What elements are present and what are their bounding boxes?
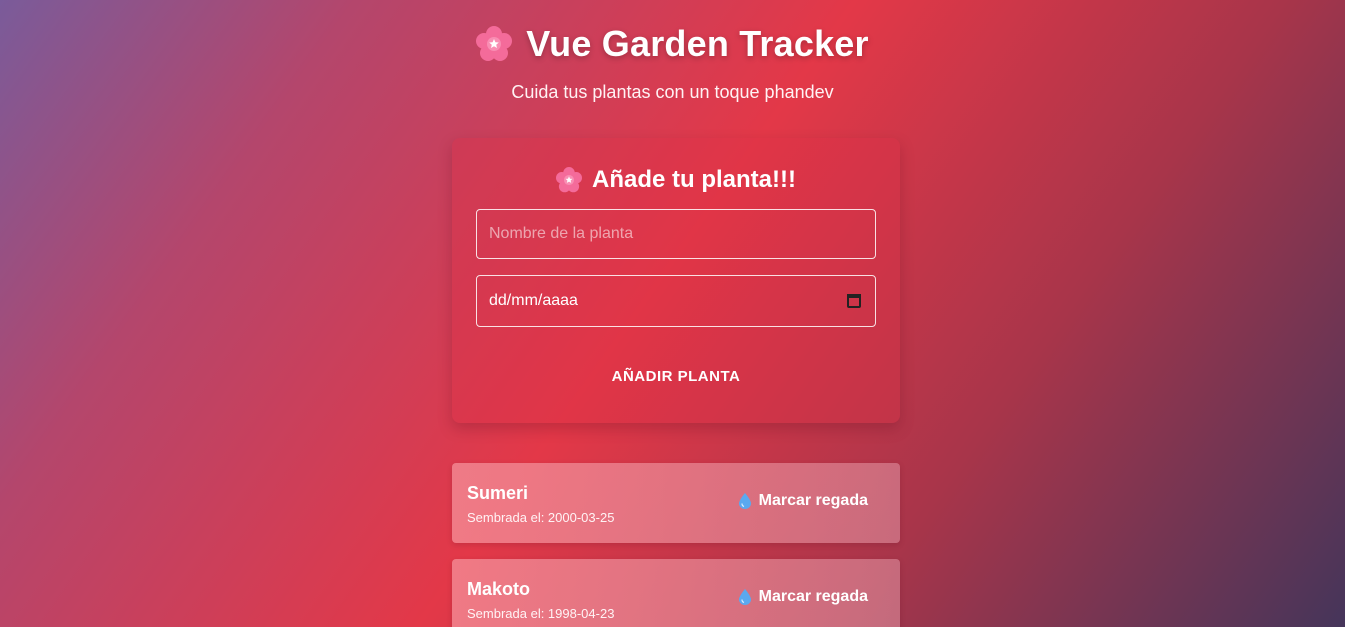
plant-list-item: Sumeri Sembrada el: 2000-03-25 Marcar re… bbox=[452, 463, 900, 543]
date-placeholder: dd/mm/aaaa bbox=[489, 292, 578, 309]
plant-sown-date: Sembrada el: 1998-04-23 bbox=[467, 606, 615, 621]
calendar-icon[interactable] bbox=[847, 294, 861, 308]
app-header: Vue Garden Tracker Cuida tus plantas con… bbox=[0, 22, 1345, 103]
plant-list-item: Makoto Sembrada el: 1998-04-23 Marcar re… bbox=[452, 559, 900, 627]
cherry-blossom-icon bbox=[556, 167, 582, 193]
mark-watered-button[interactable]: Marcar regada bbox=[738, 588, 868, 606]
app-title-text: Vue Garden Tracker bbox=[526, 23, 869, 64]
add-plant-button[interactable]: AÑADIR PLANTA bbox=[476, 354, 876, 398]
add-plant-form: Añade tu planta!!! dd/mm/aaaa AÑADIR PLA… bbox=[452, 138, 900, 423]
water-drop-icon bbox=[738, 589, 751, 605]
plant-name-input[interactable] bbox=[476, 209, 876, 259]
app-subtitle: Cuida tus plantas con un toque phandev bbox=[511, 82, 834, 102]
water-drop-icon bbox=[738, 493, 751, 509]
mark-watered-button[interactable]: Marcar regada bbox=[738, 492, 868, 510]
cherry-blossom-icon bbox=[476, 26, 513, 62]
form-title-text: Añade tu planta!!! bbox=[592, 166, 796, 193]
form-title: Añade tu planta!!! bbox=[452, 166, 900, 194]
plant-name: Makoto bbox=[467, 579, 530, 599]
app-title: Vue Garden Tracker bbox=[0, 22, 1345, 66]
mark-watered-label: Marcar regada bbox=[758, 588, 868, 605]
sown-date-input[interactable]: dd/mm/aaaa bbox=[476, 275, 876, 327]
plant-sown-date: Sembrada el: 2000-03-25 bbox=[467, 510, 615, 525]
mark-watered-label: Marcar regada bbox=[758, 492, 868, 509]
plant-name: Sumeri bbox=[467, 483, 529, 503]
